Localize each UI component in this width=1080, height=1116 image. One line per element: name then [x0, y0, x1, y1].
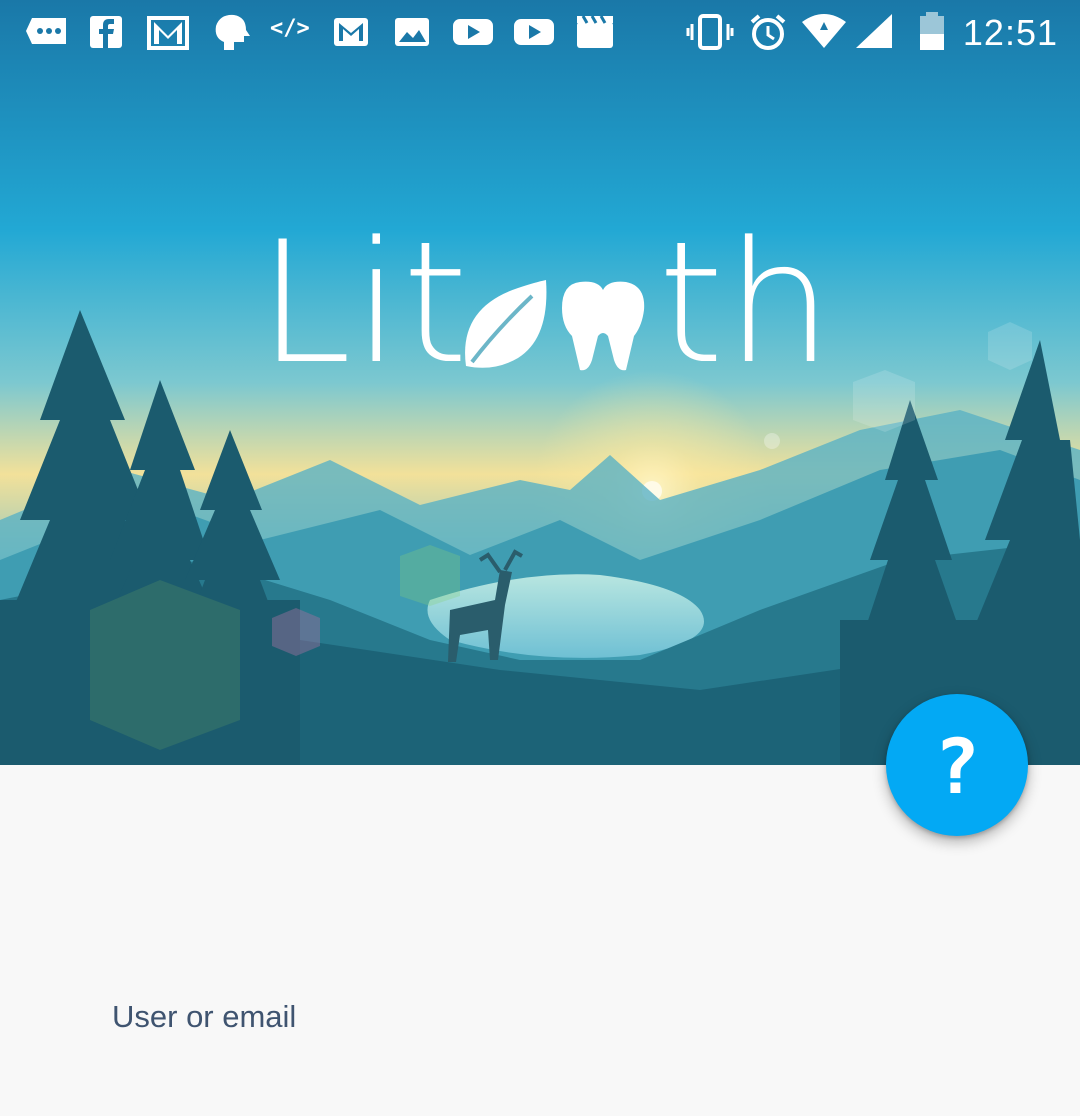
wifi-icon [802, 14, 846, 48]
logo-text-left: Lit [258, 205, 471, 401]
gmail-outline-icon [147, 16, 189, 50]
clapperboard-icon [577, 15, 613, 48]
login-form: User or email [0, 765, 1080, 1116]
gmail-icon [334, 18, 368, 46]
logo-text-right: th [658, 205, 835, 401]
image-icon [395, 18, 429, 46]
status-bar: </> 12:51 [0, 0, 1080, 66]
tooth-icon [562, 281, 645, 371]
vibrate-icon [686, 14, 734, 50]
landscape-illustration [0, 0, 1080, 765]
cell-signal-icon [856, 14, 892, 48]
battery-icon [920, 12, 944, 50]
hero-banner: </> 12:51 Lit th [0, 0, 1080, 765]
alarm-icon [750, 14, 786, 50]
head-profile-icon [215, 14, 250, 50]
youtube-icon [514, 19, 554, 45]
messages-icon [26, 18, 66, 44]
code-icon: </> [270, 16, 310, 41]
app-logo: Lit th [258, 205, 832, 401]
user-email-label: User or email [112, 999, 297, 1034]
leaf-icon [465, 280, 547, 368]
clock-time: 12:51 [962, 12, 1058, 53]
user-email-input[interactable] [110, 1041, 974, 1103]
facebook-icon [90, 16, 122, 48]
youtube-icon [453, 19, 493, 45]
